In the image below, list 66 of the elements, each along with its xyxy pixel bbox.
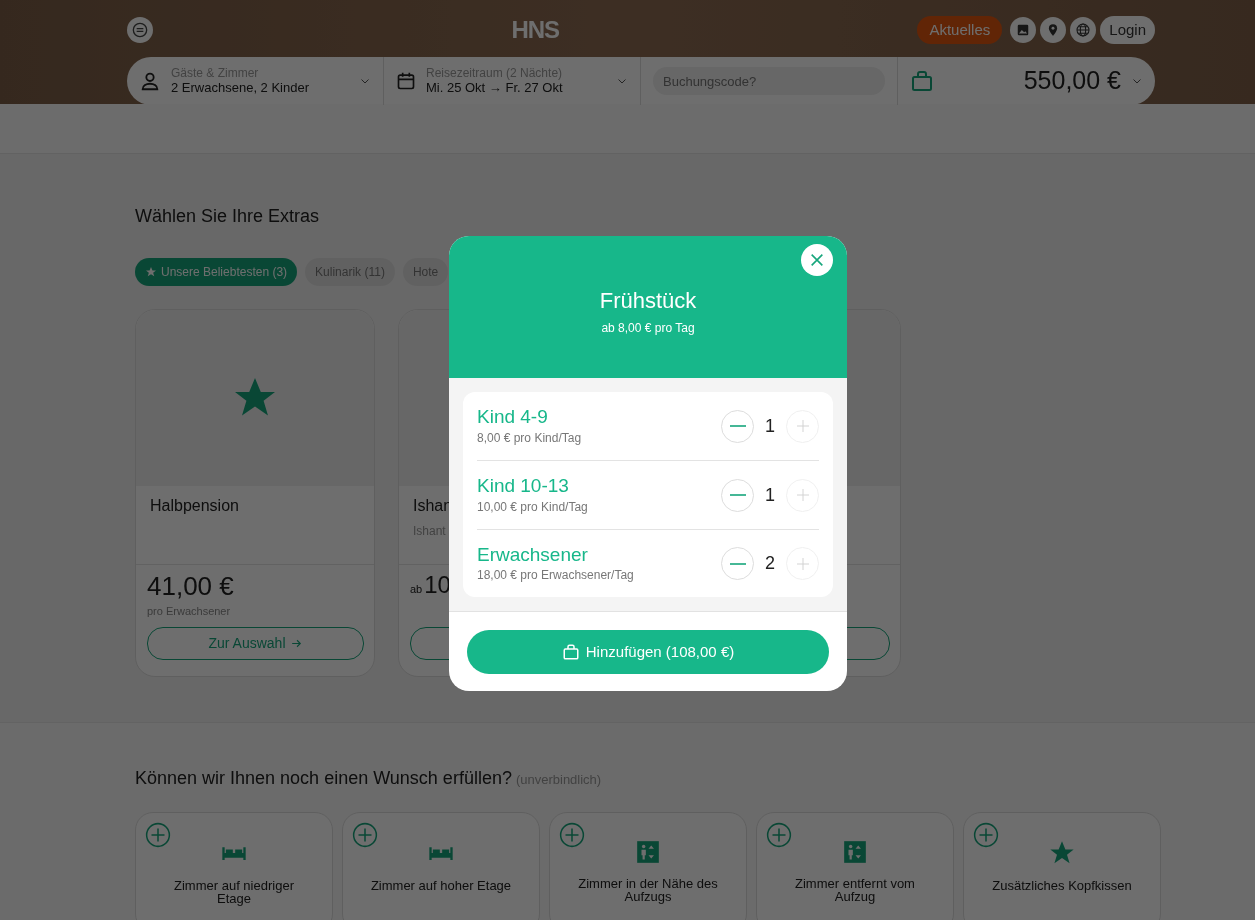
elevator-icon [635, 838, 661, 865]
wish-label: Zimmer auf hoher Etage [369, 878, 513, 893]
decrease-button[interactable] [721, 478, 754, 512]
menu-icon [132, 22, 148, 38]
plus-icon [973, 821, 999, 848]
bag-icon [910, 69, 934, 93]
option-price: 18,00 € pro Erwachsener/Tag [477, 567, 635, 585]
plus-icon [352, 821, 378, 848]
minus-icon [729, 425, 746, 428]
select-button[interactable]: Zur Auswahl [147, 626, 364, 660]
field-value: Mi. 25 Okt → Fr. 27 Okt [426, 79, 564, 96]
image-icon [1016, 23, 1031, 37]
price-prefix: ab [410, 581, 423, 597]
cart-total[interactable]: 550,00 € [898, 57, 1155, 105]
person-icon [139, 70, 161, 92]
calendar-icon [396, 71, 416, 91]
filter-chip[interactable]: Unsere Beliebtesten (3) [135, 257, 298, 286]
option-price: 8,00 € pro Kind/Tag [477, 429, 583, 447]
quantity-value: 1 [764, 414, 776, 438]
option-name: Kind 4-9 [477, 406, 549, 429]
bag-icon [561, 643, 580, 662]
wish-card[interactable]: Zimmer auf hoher Etage [342, 811, 540, 920]
total-price: 550,00 € [1022, 65, 1121, 97]
star-icon [145, 265, 157, 278]
decrease-button[interactable] [721, 409, 754, 443]
modal-subtitle: ab 8,00 € pro Tag [600, 320, 696, 337]
decrease-button[interactable] [721, 547, 754, 581]
logo: HNS [511, 15, 560, 45]
plus-icon [794, 418, 811, 435]
card-price: 41,00 € [147, 572, 234, 599]
login-button[interactable]: Login [1100, 15, 1155, 45]
option-price: 10,00 € pro Kind/Tag [477, 498, 589, 516]
wish-card[interactable]: Zimmer in der Nähe des Aufzugs [549, 811, 747, 920]
wish-label: Zimmer auf niedriger Etage [173, 878, 295, 906]
wish-card[interactable]: Zusätzliches Kopfkissen [963, 811, 1161, 920]
wish-label: Zimmer in der Nähe des Aufzugs [577, 876, 719, 904]
minus-icon [729, 563, 746, 565]
plus-icon [559, 821, 585, 848]
option-name: Erwachsener [477, 543, 589, 567]
wish-card[interactable]: Zimmer entfernt vom Aufzug [756, 811, 954, 920]
wish-label: Zusätzliches Kopfkissen [991, 878, 1133, 893]
add-button[interactable]: Hinzufügen (108,00 €) [467, 630, 829, 675]
quantity-value: 2 [764, 552, 776, 576]
minus-icon [729, 494, 746, 497]
modal-title: Frühstück [598, 287, 698, 315]
close-icon [809, 252, 825, 268]
globe-icon [1075, 22, 1092, 38]
quantity-value: 1 [764, 483, 776, 507]
section-title: Wählen Sie Ihre Extras [135, 206, 321, 228]
language-button[interactable] [1070, 17, 1097, 43]
plus-icon [145, 821, 171, 848]
field-value: 2 Erwachsene, 2 Kinder [171, 79, 311, 96]
gallery-button[interactable] [1010, 17, 1037, 43]
card-title: Halbpension [150, 495, 239, 516]
plus-icon [766, 821, 792, 848]
elevator-icon [842, 838, 868, 865]
plus-icon [794, 487, 811, 504]
close-button[interactable] [801, 244, 833, 276]
news-button[interactable]: Aktuelles [917, 15, 1003, 45]
plus-icon [794, 556, 811, 572]
wish-label: Zimmer entfernt vom Aufzug [794, 876, 916, 904]
wish-card[interactable]: Zimmer auf niedriger Etage [135, 811, 333, 920]
section-title: Können wir Ihnen noch einen Wunsch erfüllen? [135, 768, 512, 790]
option-name: Kind 10-13 [477, 474, 570, 498]
location-button[interactable] [1040, 17, 1067, 43]
menu-button[interactable] [127, 17, 153, 43]
